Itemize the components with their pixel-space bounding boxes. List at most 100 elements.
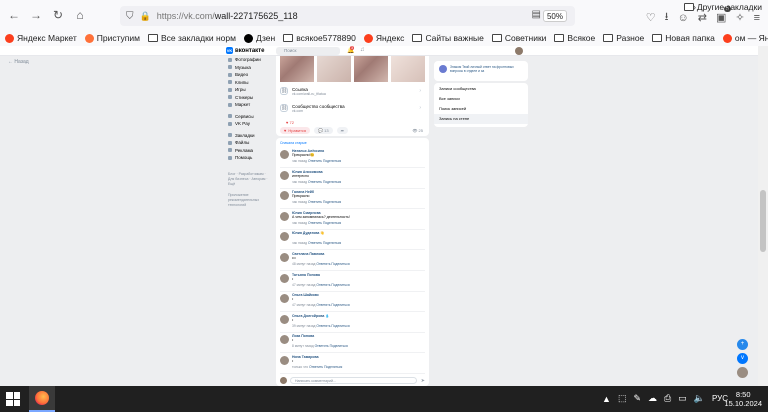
avatar[interactable] xyxy=(280,170,289,180)
menu-icon[interactable]: ≡ xyxy=(754,12,760,24)
footer-links[interactable]: Блог · Разработчикам · Для бизнеса · Авт… xyxy=(228,172,272,187)
like-button[interactable]: ♥ Нравится xyxy=(280,127,311,134)
avatar[interactable] xyxy=(280,335,289,345)
bookmark-item[interactable]: Яндекс xyxy=(363,33,404,43)
zoom-indicator[interactable]: 50% xyxy=(542,10,567,22)
back-arrow-icon[interactable]: ← xyxy=(6,7,22,23)
url-text[interactable]: https://vk.com/wall-227175625_118 xyxy=(157,11,298,21)
avatar[interactable] xyxy=(280,273,289,283)
comment-author[interactable]: Лиза Попова xyxy=(292,334,314,338)
post-image[interactable] xyxy=(391,56,425,82)
download-icon[interactable]: ⭳ xyxy=(665,8,669,27)
music-icon[interactable]: ♫ xyxy=(360,47,365,53)
vk-icon[interactable]: v xyxy=(737,353,748,364)
forward-arrow-icon[interactable]: → xyxy=(28,7,44,23)
menu-item[interactable]: Помощь xyxy=(228,154,272,162)
share-link[interactable]: Поделиться xyxy=(331,324,349,328)
reply-link[interactable]: Ответить xyxy=(308,200,322,204)
avatar[interactable] xyxy=(280,232,289,242)
network-icon[interactable]: ▭ xyxy=(678,393,687,404)
bookmark-item[interactable]: Все закладки норм xyxy=(148,33,236,43)
bookmark-item[interactable]: Сайты важные xyxy=(412,33,484,43)
avatar[interactable] xyxy=(737,367,748,378)
page-scrollbar[interactable] xyxy=(758,46,768,386)
comments-sort[interactable]: Сначала старые xyxy=(280,141,307,145)
bookmark-item[interactable]: Яндекс Маркет xyxy=(5,33,77,43)
share-link[interactable]: Поделиться xyxy=(324,365,342,369)
bookmark-item[interactable]: Советники xyxy=(491,33,546,43)
reply-link[interactable]: Ответить xyxy=(309,365,323,369)
reply-link[interactable]: Ответить xyxy=(316,324,330,328)
snip-icon[interactable]: ⬚ xyxy=(618,393,627,404)
right-menu-item[interactable]: Поиск записей xyxy=(434,104,528,114)
avatar[interactable] xyxy=(280,294,289,304)
comment-author[interactable]: Нина Тамарова xyxy=(292,355,319,359)
reply-link[interactable]: Ответить xyxy=(308,221,322,225)
share-link[interactable]: Поделиться xyxy=(323,200,341,204)
reply-link[interactable]: Ответить xyxy=(316,303,330,307)
avatar[interactable] xyxy=(280,253,289,262)
windows-start-icon[interactable] xyxy=(6,392,20,406)
avatar[interactable] xyxy=(280,150,289,159)
other-bookmarks[interactable]: Другие закладки xyxy=(683,2,762,12)
menu-item[interactable]: Игры xyxy=(228,86,272,94)
volume-icon[interactable]: 🔈 xyxy=(694,393,705,404)
post-image[interactable] xyxy=(317,56,351,82)
share-link[interactable]: Поделиться xyxy=(331,283,349,287)
reader-view-icon[interactable]: ▤ xyxy=(532,9,541,20)
avatar[interactable] xyxy=(280,191,289,201)
translate-icon[interactable]: ⇄ xyxy=(698,11,707,24)
comment-input[interactable]: Написать комментарий... xyxy=(290,377,417,384)
post-image[interactable] xyxy=(354,56,388,82)
scrollbar-thumb[interactable] xyxy=(760,190,766,252)
avatar[interactable] xyxy=(280,356,289,365)
menu-item[interactable]: Реклама xyxy=(228,147,272,155)
comment-author[interactable]: Юлия Дудатова 👋 xyxy=(292,231,325,235)
address-bar[interactable]: ⛉ 🔒 https://vk.com/wall-227175625_118 ▤ … xyxy=(120,6,575,26)
menu-item[interactable]: Клипы xyxy=(228,79,272,87)
plus-icon[interactable]: + xyxy=(737,339,748,350)
menu-item[interactable]: Музыка xyxy=(228,64,272,72)
reply-link[interactable]: Ответить xyxy=(308,180,322,184)
comment-author[interactable]: Светлана Павлова xyxy=(292,252,324,256)
share-link[interactable]: Поделиться xyxy=(330,344,348,348)
reply-link[interactable]: Ответить xyxy=(315,344,329,348)
menu-item[interactable]: Стикеры xyxy=(228,94,272,102)
menu-item[interactable]: Маркет xyxy=(228,101,272,109)
puzzle-icon[interactable]: ✧ xyxy=(735,11,744,24)
right-menu-item[interactable]: Запись на стене xyxy=(434,114,528,124)
comment-author[interactable]: Ольга Долгойрова 💧 xyxy=(292,314,330,318)
menu-item[interactable]: Сервисы xyxy=(228,113,272,121)
post-image[interactable] xyxy=(280,56,314,82)
home-icon[interactable]: ⌂ xyxy=(72,7,88,23)
right-info-card[interactable]: Знаком Твой личный ответ на фронтовых во… xyxy=(434,61,528,81)
bookmark-item[interactable]: Разное xyxy=(603,33,644,43)
share-link[interactable]: Поделиться xyxy=(323,159,341,163)
bookmark-item[interactable]: всякое5778890 xyxy=(283,33,356,43)
reply-link[interactable]: Ответить xyxy=(308,159,322,163)
avatar[interactable] xyxy=(280,314,289,324)
bell-icon[interactable]: 🔔 3 xyxy=(347,46,354,54)
right-menu-item[interactable]: Записи сообщества xyxy=(434,84,528,94)
printer-icon[interactable]: ⎙ xyxy=(664,393,671,404)
avatar[interactable] xyxy=(280,211,289,221)
comment-author[interactable]: Татьяна Попова xyxy=(292,273,320,277)
post-link-1[interactable]: ⛓ Ссылка vk.com/wall-ru_tfiatua › xyxy=(280,84,425,98)
bookmark-item[interactable]: Всякое xyxy=(554,33,595,43)
pocket-icon[interactable]: ♡ xyxy=(646,11,656,24)
share-button[interactable]: ➦ xyxy=(336,127,348,134)
share-link[interactable]: Поделиться xyxy=(331,262,349,266)
vk-logo[interactable]: VK вконтакте xyxy=(226,47,264,54)
clock[interactable]: 8:50 15.10.2024 xyxy=(724,390,762,408)
share-link[interactable]: Поделиться xyxy=(323,180,341,184)
menu-item[interactable]: Закладки xyxy=(228,132,272,140)
extension-icon[interactable]: ▣ 5 xyxy=(716,6,732,24)
reload-icon[interactable]: ↻ xyxy=(50,7,66,23)
share-link[interactable]: Поделиться xyxy=(323,221,341,225)
reply-link[interactable]: Ответить xyxy=(316,283,330,287)
account-icon[interactable]: ☺ xyxy=(678,12,689,24)
avatar[interactable] xyxy=(515,47,523,55)
menu-item[interactable]: Видео xyxy=(228,71,272,79)
footer-note[interactable]: Приложение рекомендательных технологий xyxy=(228,193,272,208)
post-images[interactable] xyxy=(280,56,425,82)
